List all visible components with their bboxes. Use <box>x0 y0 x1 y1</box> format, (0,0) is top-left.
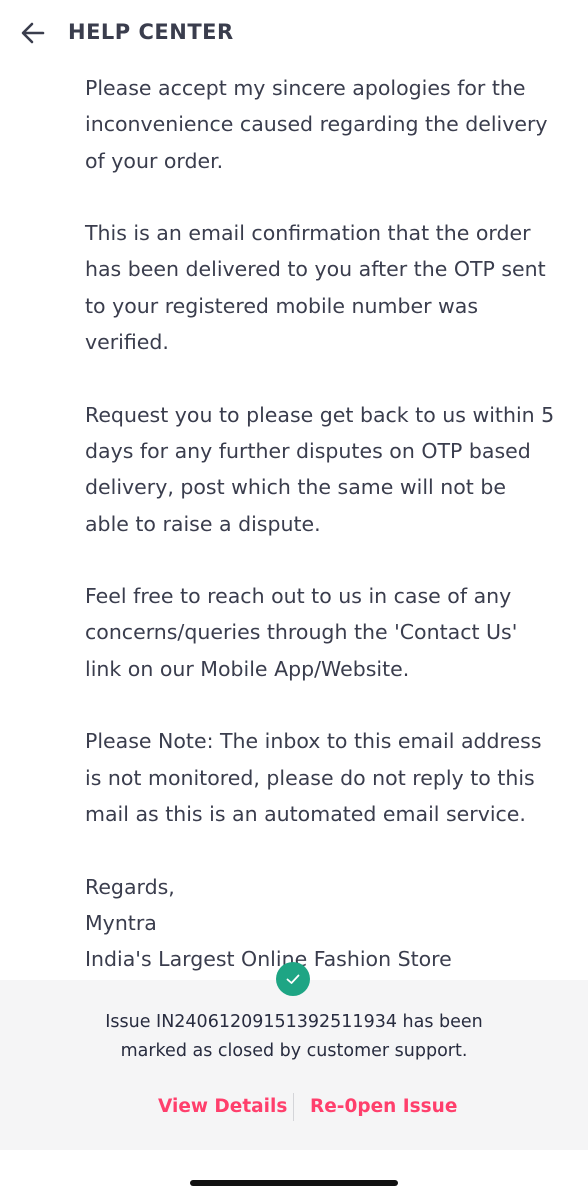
signature-brand: Myntra <box>85 910 157 935</box>
signature-sign-off: Regards, <box>85 874 175 899</box>
page-title: HELP CENTER <box>68 20 234 44</box>
issue-status-line-1: Issue IN24061209151392511934 has been <box>105 1012 483 1032</box>
view-details-button[interactable]: View Details <box>158 1090 287 1124</box>
message-paragraph-confirmation: This is an email confirmation that the o… <box>85 221 546 355</box>
status-badge <box>276 962 310 996</box>
check-circle-icon <box>286 974 300 984</box>
signature-tagline: India's Largest Online Fashion Store <box>85 947 452 972</box>
reopen-issue-button[interactable]: Re-0pen Issue <box>310 1090 457 1124</box>
top-app-bar: HELP CENTER <box>0 0 588 64</box>
email-message-body: Please accept my sincere apologies for t… <box>85 70 555 977</box>
message-paragraph-apology: Please accept my sincere apologies for t… <box>85 76 548 173</box>
message-signature: Regards, Myntra India's Largest Online F… <box>85 869 555 978</box>
issue-status-message: Issue IN24061209151392511934 has been ma… <box>0 1008 588 1066</box>
arrow-left-icon <box>21 22 45 44</box>
message-paragraph-contact: Feel free to reach out to us in case of … <box>85 584 518 681</box>
back-button[interactable] <box>18 18 48 48</box>
actions-divider <box>293 1093 294 1121</box>
message-paragraph-dispute: Request you to please get back to us wit… <box>85 402 555 536</box>
issue-actions: View Details Re-0pen Issue <box>0 1090 588 1124</box>
issue-status-line-2: marked as closed by customer support. <box>120 1041 468 1061</box>
message-paragraph-note: Please Note: The inbox to this email add… <box>85 729 542 826</box>
home-indicator[interactable] <box>190 1180 398 1186</box>
